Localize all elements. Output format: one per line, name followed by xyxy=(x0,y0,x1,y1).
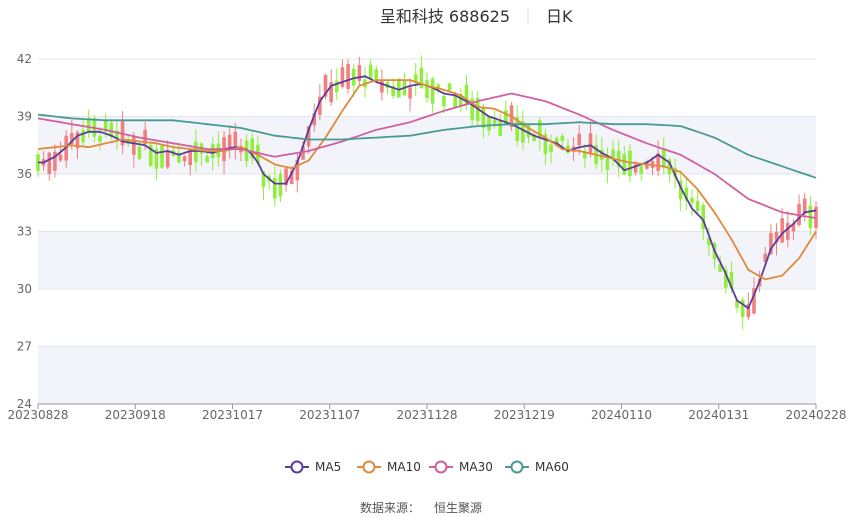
candle-body xyxy=(81,130,85,143)
source-name: 恒生聚源 xyxy=(434,501,482,515)
candle-body xyxy=(408,87,412,99)
candle-body xyxy=(368,64,373,79)
y-tick-label: 30 xyxy=(17,282,32,296)
candle-body xyxy=(447,83,452,91)
candle-body xyxy=(740,299,745,317)
candle-body xyxy=(340,67,345,87)
candle-body xyxy=(498,120,503,137)
x-tick-label: 20240228 xyxy=(785,408,846,422)
x-tick-label: 20240131 xyxy=(688,408,749,422)
legend-marker-ma30 xyxy=(434,460,448,474)
candle-body xyxy=(346,63,350,90)
candle-body xyxy=(397,78,401,98)
candle-body xyxy=(272,177,277,199)
candle-body xyxy=(622,154,627,175)
candle-body xyxy=(205,156,209,163)
x-tick-label: 20240110 xyxy=(591,408,652,422)
chart-subtitle: 日K xyxy=(546,7,573,26)
x-axis: 20230828 20230918 20231017 20231107 20231128… xyxy=(7,403,847,422)
candle-body xyxy=(233,131,238,149)
candle-body xyxy=(695,200,700,212)
y-tick-label: 42 xyxy=(17,52,32,66)
candle-body xyxy=(278,174,283,197)
candle-body xyxy=(132,135,136,155)
x-tick-label: 20230828 xyxy=(7,408,68,422)
chart-title: 呈和科技 688625 xyxy=(380,7,510,26)
legend-marker-ma5 xyxy=(290,460,304,474)
candle-body xyxy=(588,133,593,155)
x-tick-label: 20231017 xyxy=(202,408,263,422)
candle-body xyxy=(227,134,232,149)
y-tick-label: 27 xyxy=(17,340,32,354)
x-tick-label: 20231107 xyxy=(299,408,360,422)
legend-marker-ma60 xyxy=(510,460,524,474)
candle-body xyxy=(98,136,102,142)
candle-body xyxy=(605,158,610,171)
candle-body xyxy=(690,197,694,203)
legend-marker-ma10 xyxy=(362,460,376,474)
candle-body xyxy=(137,146,142,159)
source-note: 数据来源： 恒生聚源 xyxy=(360,500,482,515)
kline-chart: 呈和科技 688625 日K 24273033363942 20230828 20… xyxy=(7,7,847,515)
y-axis: 24273033363942 xyxy=(17,52,32,411)
plot-band xyxy=(38,231,816,289)
y-tick-label: 36 xyxy=(17,167,32,181)
candle-body xyxy=(442,96,446,107)
candle-body xyxy=(549,144,553,153)
candle-body xyxy=(430,78,435,104)
candle-body xyxy=(188,150,193,166)
y-tick-label: 33 xyxy=(17,225,32,239)
x-tick-label: 20231219 xyxy=(494,408,555,422)
candle-body xyxy=(639,166,644,175)
candle-body xyxy=(160,145,164,168)
candle-body xyxy=(58,154,63,161)
y-tick-label: 39 xyxy=(17,110,32,124)
candle-body xyxy=(357,65,362,81)
candle-body xyxy=(453,95,457,108)
candle-body xyxy=(487,116,491,131)
legend-label-ma10: MA10 xyxy=(387,460,421,474)
candle-body xyxy=(182,156,187,162)
plot-band xyxy=(38,346,816,404)
legend-label-ma5: MA5 xyxy=(315,460,341,474)
legend[interactable]: MA5 MA10 MA30 MA60 xyxy=(285,460,569,474)
candle-body xyxy=(47,152,52,174)
candle-body xyxy=(425,80,429,98)
x-tick-label: 20230918 xyxy=(105,408,166,422)
candle-body xyxy=(165,151,170,168)
candle-body xyxy=(334,80,339,93)
x-tick-label: 20231128 xyxy=(396,408,457,422)
candle-body xyxy=(380,80,384,93)
candle-body xyxy=(577,133,582,146)
legend-label-ma30: MA30 xyxy=(459,460,493,474)
source-label: 数据来源： xyxy=(360,500,420,515)
title-group: 呈和科技 688625 日K xyxy=(380,7,573,26)
candle-body xyxy=(780,218,784,243)
candle-body xyxy=(492,119,497,125)
candle-body xyxy=(560,136,565,142)
candle-body xyxy=(786,222,790,240)
legend-label-ma60: MA60 xyxy=(535,460,569,474)
